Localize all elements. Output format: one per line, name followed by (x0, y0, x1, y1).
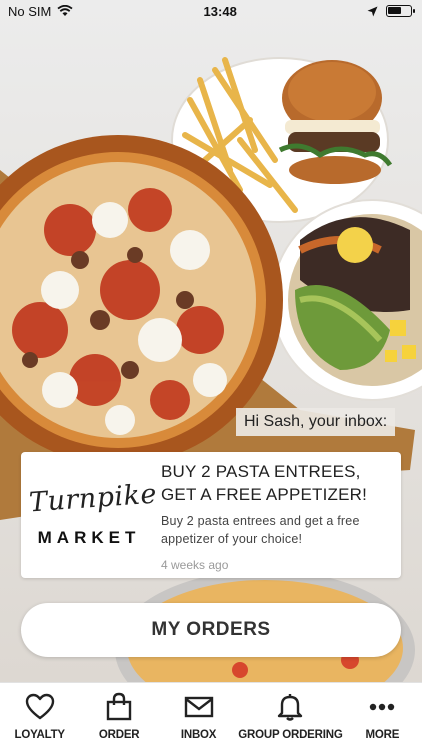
inbox-greeting: Hi Sash, your inbox: (236, 408, 396, 436)
envelope-icon (184, 696, 213, 718)
wifi-icon (57, 5, 73, 16)
message-body: Buy 2 pasta entrees and get a free appet… (161, 514, 360, 546)
tab-group-ordering[interactable]: GROUP ORDERING (238, 683, 343, 750)
battery-icon (386, 5, 415, 17)
message-title: BUY 2 PASTA ENTREES, GET A FREE APPETIZE… (161, 462, 368, 504)
brand-logo: Turnpike MARKET (21, 452, 158, 578)
status-bar: No SIM 13:48 (0, 0, 422, 22)
tab-loyalty[interactable]: LOYALTY (0, 683, 79, 750)
tab-label-more: MORE (365, 729, 400, 741)
more-icon (370, 703, 395, 711)
tab-label-inbox: INBOX (180, 729, 217, 741)
hero-food-image (0, 0, 422, 682)
location-arrow-icon (367, 6, 378, 16)
heart-icon (25, 693, 54, 720)
tab-bar: LOYALTY ORDER INBOX GROUP ORDERING MORE (0, 682, 422, 750)
tab-more[interactable]: MORE (343, 683, 422, 750)
bell-icon (278, 694, 303, 721)
bag-icon (106, 692, 132, 721)
my-orders-button[interactable]: MY ORDERS (21, 603, 401, 657)
food-photo (0, 57, 422, 682)
inbox-message-card[interactable]: Turnpike MARKET BUY 2 PASTA ENTREES, GET… (21, 452, 401, 578)
clock: 13:48 (203, 3, 237, 19)
tab-label-loyalty: LOYALTY (14, 729, 66, 741)
tab-order[interactable]: ORDER (79, 683, 158, 750)
logo-script: Turnpike (28, 478, 158, 518)
logo-market: MARKET (37, 527, 141, 547)
tab-inbox[interactable]: INBOX (159, 683, 238, 750)
carrier-label: No SIM (8, 3, 52, 19)
tab-label-order: ORDER (98, 729, 140, 741)
message-time: 4 weeks ago (161, 558, 229, 572)
tab-label-group-ordering: GROUP ORDERING (238, 729, 343, 741)
